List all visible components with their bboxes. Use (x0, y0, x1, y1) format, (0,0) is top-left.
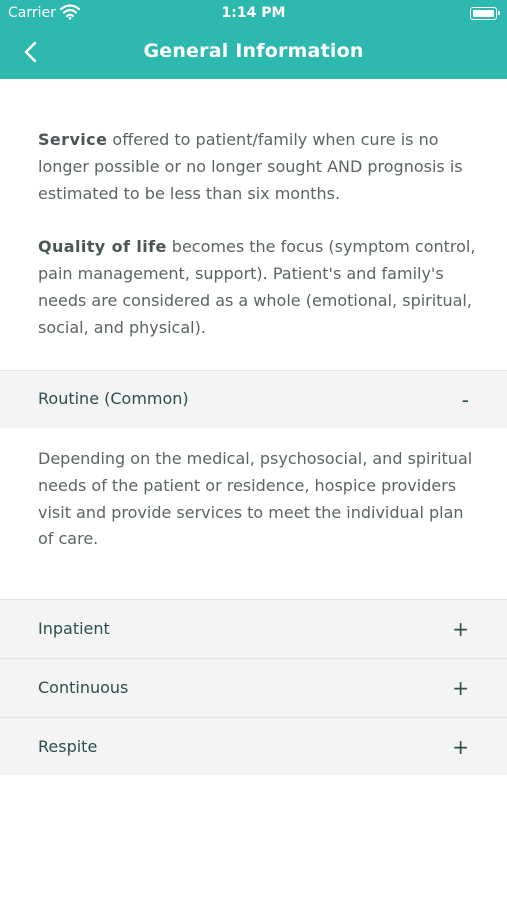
intro-paragraph-service: Service offered to patient/family when c… (38, 127, 488, 207)
section-routine[interactable]: Routine (Common) - (0, 370, 507, 428)
section-label-continuous: Continuous (38, 678, 129, 697)
section-inpatient[interactable]: Inpatient + (0, 599, 507, 658)
expand-icon[interactable]: + (452, 676, 469, 700)
battery-icon (470, 7, 500, 20)
section-label-respite: Respite (38, 737, 98, 756)
section-label-inpatient: Inpatient (38, 619, 110, 638)
section-respite[interactable]: Respite + (0, 717, 507, 775)
section-body-routine: Depending on the medical, psychosocial, … (38, 449, 473, 549)
collapse-icon[interactable]: - (462, 388, 469, 412)
intro-paragraph-quality: Quality of life becomes the focus (sympt… (38, 234, 488, 341)
status-bar: Carrier 1:14 PM (0, 0, 507, 28)
expand-icon[interactable]: + (452, 617, 469, 641)
section-label-routine: Routine (Common) (38, 389, 189, 408)
section-continuous[interactable]: Continuous + (0, 658, 507, 717)
page-title: General Information (143, 40, 364, 62)
intro-lead-service: Service (38, 130, 108, 149)
nav-bar: Carrier 1:14 PM General Information (0, 0, 507, 79)
intro-lead-quality: Quality of life (38, 237, 167, 257)
intro-text: Service offered to patient/family when c… (38, 127, 488, 342)
clock: 1:14 PM (221, 5, 286, 21)
expand-icon[interactable]: + (452, 735, 469, 759)
